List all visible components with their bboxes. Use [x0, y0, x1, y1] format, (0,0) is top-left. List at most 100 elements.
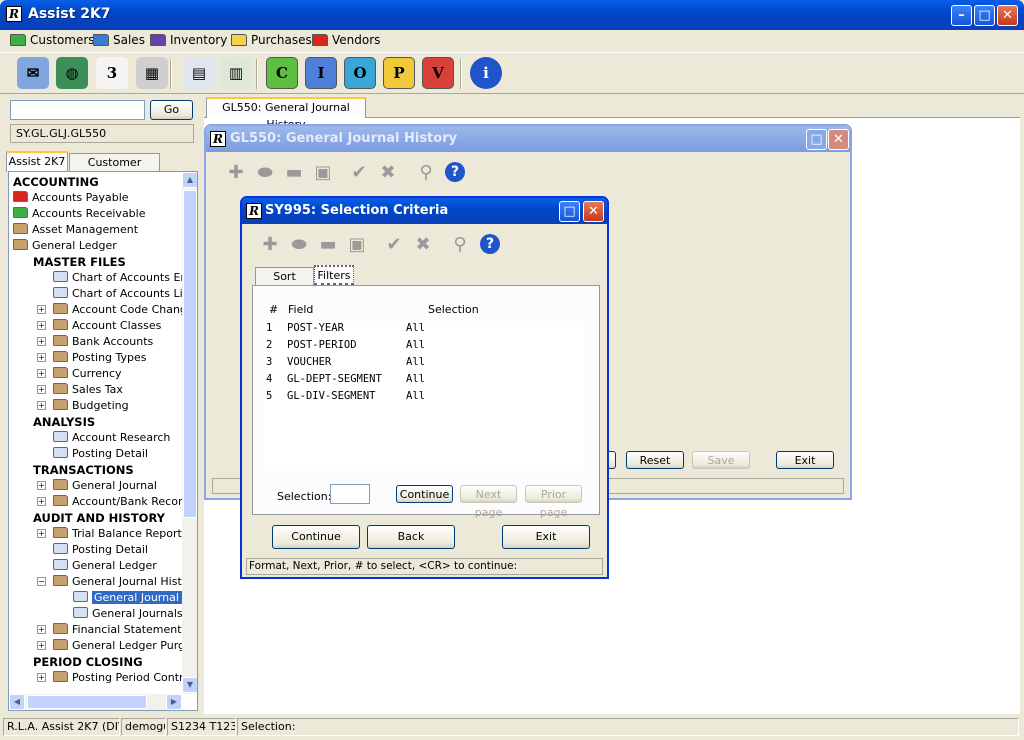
sy995-maximize-button[interactable]: □: [559, 201, 580, 222]
continue-inner-button[interactable]: Continue: [396, 485, 453, 503]
close-button[interactable]: ✕: [997, 5, 1018, 26]
expand-icon[interactable]: +: [37, 673, 46, 682]
tree-item[interactable]: Asset Management: [13, 222, 138, 238]
checkmark-icon[interactable]: ✔: [347, 160, 371, 184]
selection-input[interactable]: [330, 484, 370, 504]
mail-icon[interactable]: ✉: [17, 57, 49, 89]
sy995-title-bar[interactable]: R SY995: Selection Criteria □ ✕: [242, 198, 607, 224]
menu-vendors[interactable]: Vendors: [312, 32, 380, 48]
tree-item[interactable]: Currency: [53, 366, 122, 382]
search-icon[interactable]: ⚲: [448, 232, 472, 256]
horizontal-scroll-thumb[interactable]: [27, 695, 147, 709]
expand-icon[interactable]: +: [37, 625, 46, 634]
print-icon[interactable]: ▣: [345, 232, 369, 256]
calculator-icon[interactable]: ▦: [136, 57, 168, 89]
sy995-close-button[interactable]: ✕: [583, 201, 604, 222]
info-icon[interactable]: i: [470, 57, 502, 89]
expand-icon[interactable]: +: [37, 385, 46, 394]
menu-customers[interactable]: Customers: [10, 32, 95, 48]
search-input[interactable]: [10, 100, 145, 120]
continue-button[interactable]: Continue: [272, 525, 360, 549]
tab-sort-order[interactable]: Sort Order: [255, 267, 314, 300]
expand-icon[interactable]: +: [37, 481, 46, 490]
tree-item[interactable]: Posting Period Control: [53, 670, 193, 686]
add-icon[interactable]: ✚: [224, 160, 248, 184]
erase-icon[interactable]: ⬬: [287, 232, 311, 256]
tree-item[interactable]: General Journal History: [53, 574, 197, 590]
menu-purchases[interactable]: Purchases: [231, 32, 312, 48]
expand-icon[interactable]: +: [37, 401, 46, 410]
gl550-close-button[interactable]: ✕: [828, 129, 849, 150]
tree-item[interactable]: General Ledger: [13, 238, 117, 254]
tree-item[interactable]: Account/Bank Reconciliatio: [53, 494, 197, 510]
tree-item[interactable]: General Journal History: [73, 590, 197, 606]
filter-list[interactable]: 1 POST-YEAR All 2 POST-PERIOD All 3 VOUCHER All 4…: [264, 321, 584, 471]
tree-item[interactable]: Trial Balance Reports: [53, 526, 188, 542]
tree-item[interactable]: Chart of Accounts List: [53, 286, 193, 302]
expand-icon[interactable]: +: [37, 369, 46, 378]
tree-item[interactable]: Accounts Payable: [13, 190, 129, 206]
contact-card-icon[interactable]: ▤: [183, 57, 215, 89]
scroll-right-icon[interactable]: ▶: [166, 694, 182, 710]
scroll-up-icon[interactable]: ▲: [182, 172, 197, 188]
tree-item[interactable]: General Ledger: [53, 558, 157, 574]
globe-icon[interactable]: ◍: [56, 57, 88, 89]
expand-icon[interactable]: +: [37, 337, 46, 346]
expand-icon[interactable]: +: [37, 305, 46, 314]
help-icon[interactable]: ?: [480, 234, 500, 254]
tree-item[interactable]: General Journal: [53, 478, 157, 494]
menu-inventory[interactable]: Inventory: [150, 32, 227, 48]
tree-item[interactable]: Account Classes: [53, 318, 161, 334]
tree-item[interactable]: Posting Types: [53, 350, 147, 366]
add-icon[interactable]: ✚: [258, 232, 282, 256]
go-button[interactable]: Go: [150, 100, 193, 120]
collapse-icon[interactable]: −: [37, 577, 46, 586]
scroll-thumb[interactable]: [183, 190, 197, 518]
gl550-reset-button[interactable]: Reset: [626, 451, 684, 469]
report-chart-icon[interactable]: ▥: [220, 57, 252, 89]
tab-assist-2k7[interactable]: Assist 2K7: [6, 151, 68, 172]
delete-icon[interactable]: ▬: [316, 232, 340, 256]
cancel-x-icon[interactable]: ✖: [376, 160, 400, 184]
minimize-button[interactable]: –: [951, 5, 972, 26]
gl550-maximize-button[interactable]: □: [806, 129, 827, 150]
expand-icon[interactable]: +: [37, 321, 46, 330]
tree-item[interactable]: Financial Statements: [53, 622, 187, 638]
tree-item[interactable]: Account Code Change/Dele: [53, 302, 197, 318]
tree-item[interactable]: General Ledger Purges: [53, 638, 197, 654]
back-button[interactable]: Back: [367, 525, 455, 549]
menu-sales[interactable]: Sales: [93, 32, 145, 48]
tree-horizontal-scrollbar[interactable]: ◀ ▶: [9, 694, 182, 710]
expand-icon[interactable]: +: [37, 529, 46, 538]
gl550-exit-button[interactable]: Exit: [776, 451, 834, 469]
expand-icon[interactable]: +: [37, 353, 46, 362]
tree-item[interactable]: Sales Tax: [53, 382, 123, 398]
tab-customer-service[interactable]: Customer Service: [69, 153, 160, 186]
module-v-icon[interactable]: V: [422, 57, 454, 89]
tree-vertical-scrollbar[interactable]: ▲ ▼: [182, 172, 197, 694]
calendar-icon[interactable]: 3: [96, 57, 128, 89]
print-icon[interactable]: ▣: [311, 160, 335, 184]
module-i-icon[interactable]: I: [305, 57, 337, 89]
tab-filters[interactable]: Filters: [314, 265, 354, 286]
tree-item[interactable]: Posting Detail: [53, 446, 148, 462]
module-p-icon[interactable]: P: [383, 57, 415, 89]
scroll-left-icon[interactable]: ◀: [9, 694, 25, 710]
tab-gl550[interactable]: GL550: General Journal History: [206, 97, 366, 131]
tree-item[interactable]: Bank Accounts: [53, 334, 153, 350]
scroll-down-icon[interactable]: ▼: [182, 677, 197, 693]
expand-icon[interactable]: +: [37, 497, 46, 506]
exit-button[interactable]: Exit: [502, 525, 590, 549]
tree-item[interactable]: Accounts Receivable: [13, 206, 146, 222]
tree-item[interactable]: Budgeting: [53, 398, 129, 414]
expand-icon[interactable]: +: [37, 641, 46, 650]
tree-item[interactable]: Posting Detail: [53, 542, 148, 558]
module-c-icon[interactable]: C: [266, 57, 298, 89]
tree-item[interactable]: Chart of Accounts Entry: [53, 270, 197, 286]
search-icon[interactable]: ⚲: [414, 160, 438, 184]
checkmark-icon[interactable]: ✔: [382, 232, 406, 256]
app-title-bar[interactable]: R Assist 2K7 – □ ✕: [0, 0, 1024, 30]
help-icon[interactable]: ?: [445, 162, 465, 182]
cancel-x-icon[interactable]: ✖: [411, 232, 435, 256]
tree-item[interactable]: Account Research: [53, 430, 170, 446]
